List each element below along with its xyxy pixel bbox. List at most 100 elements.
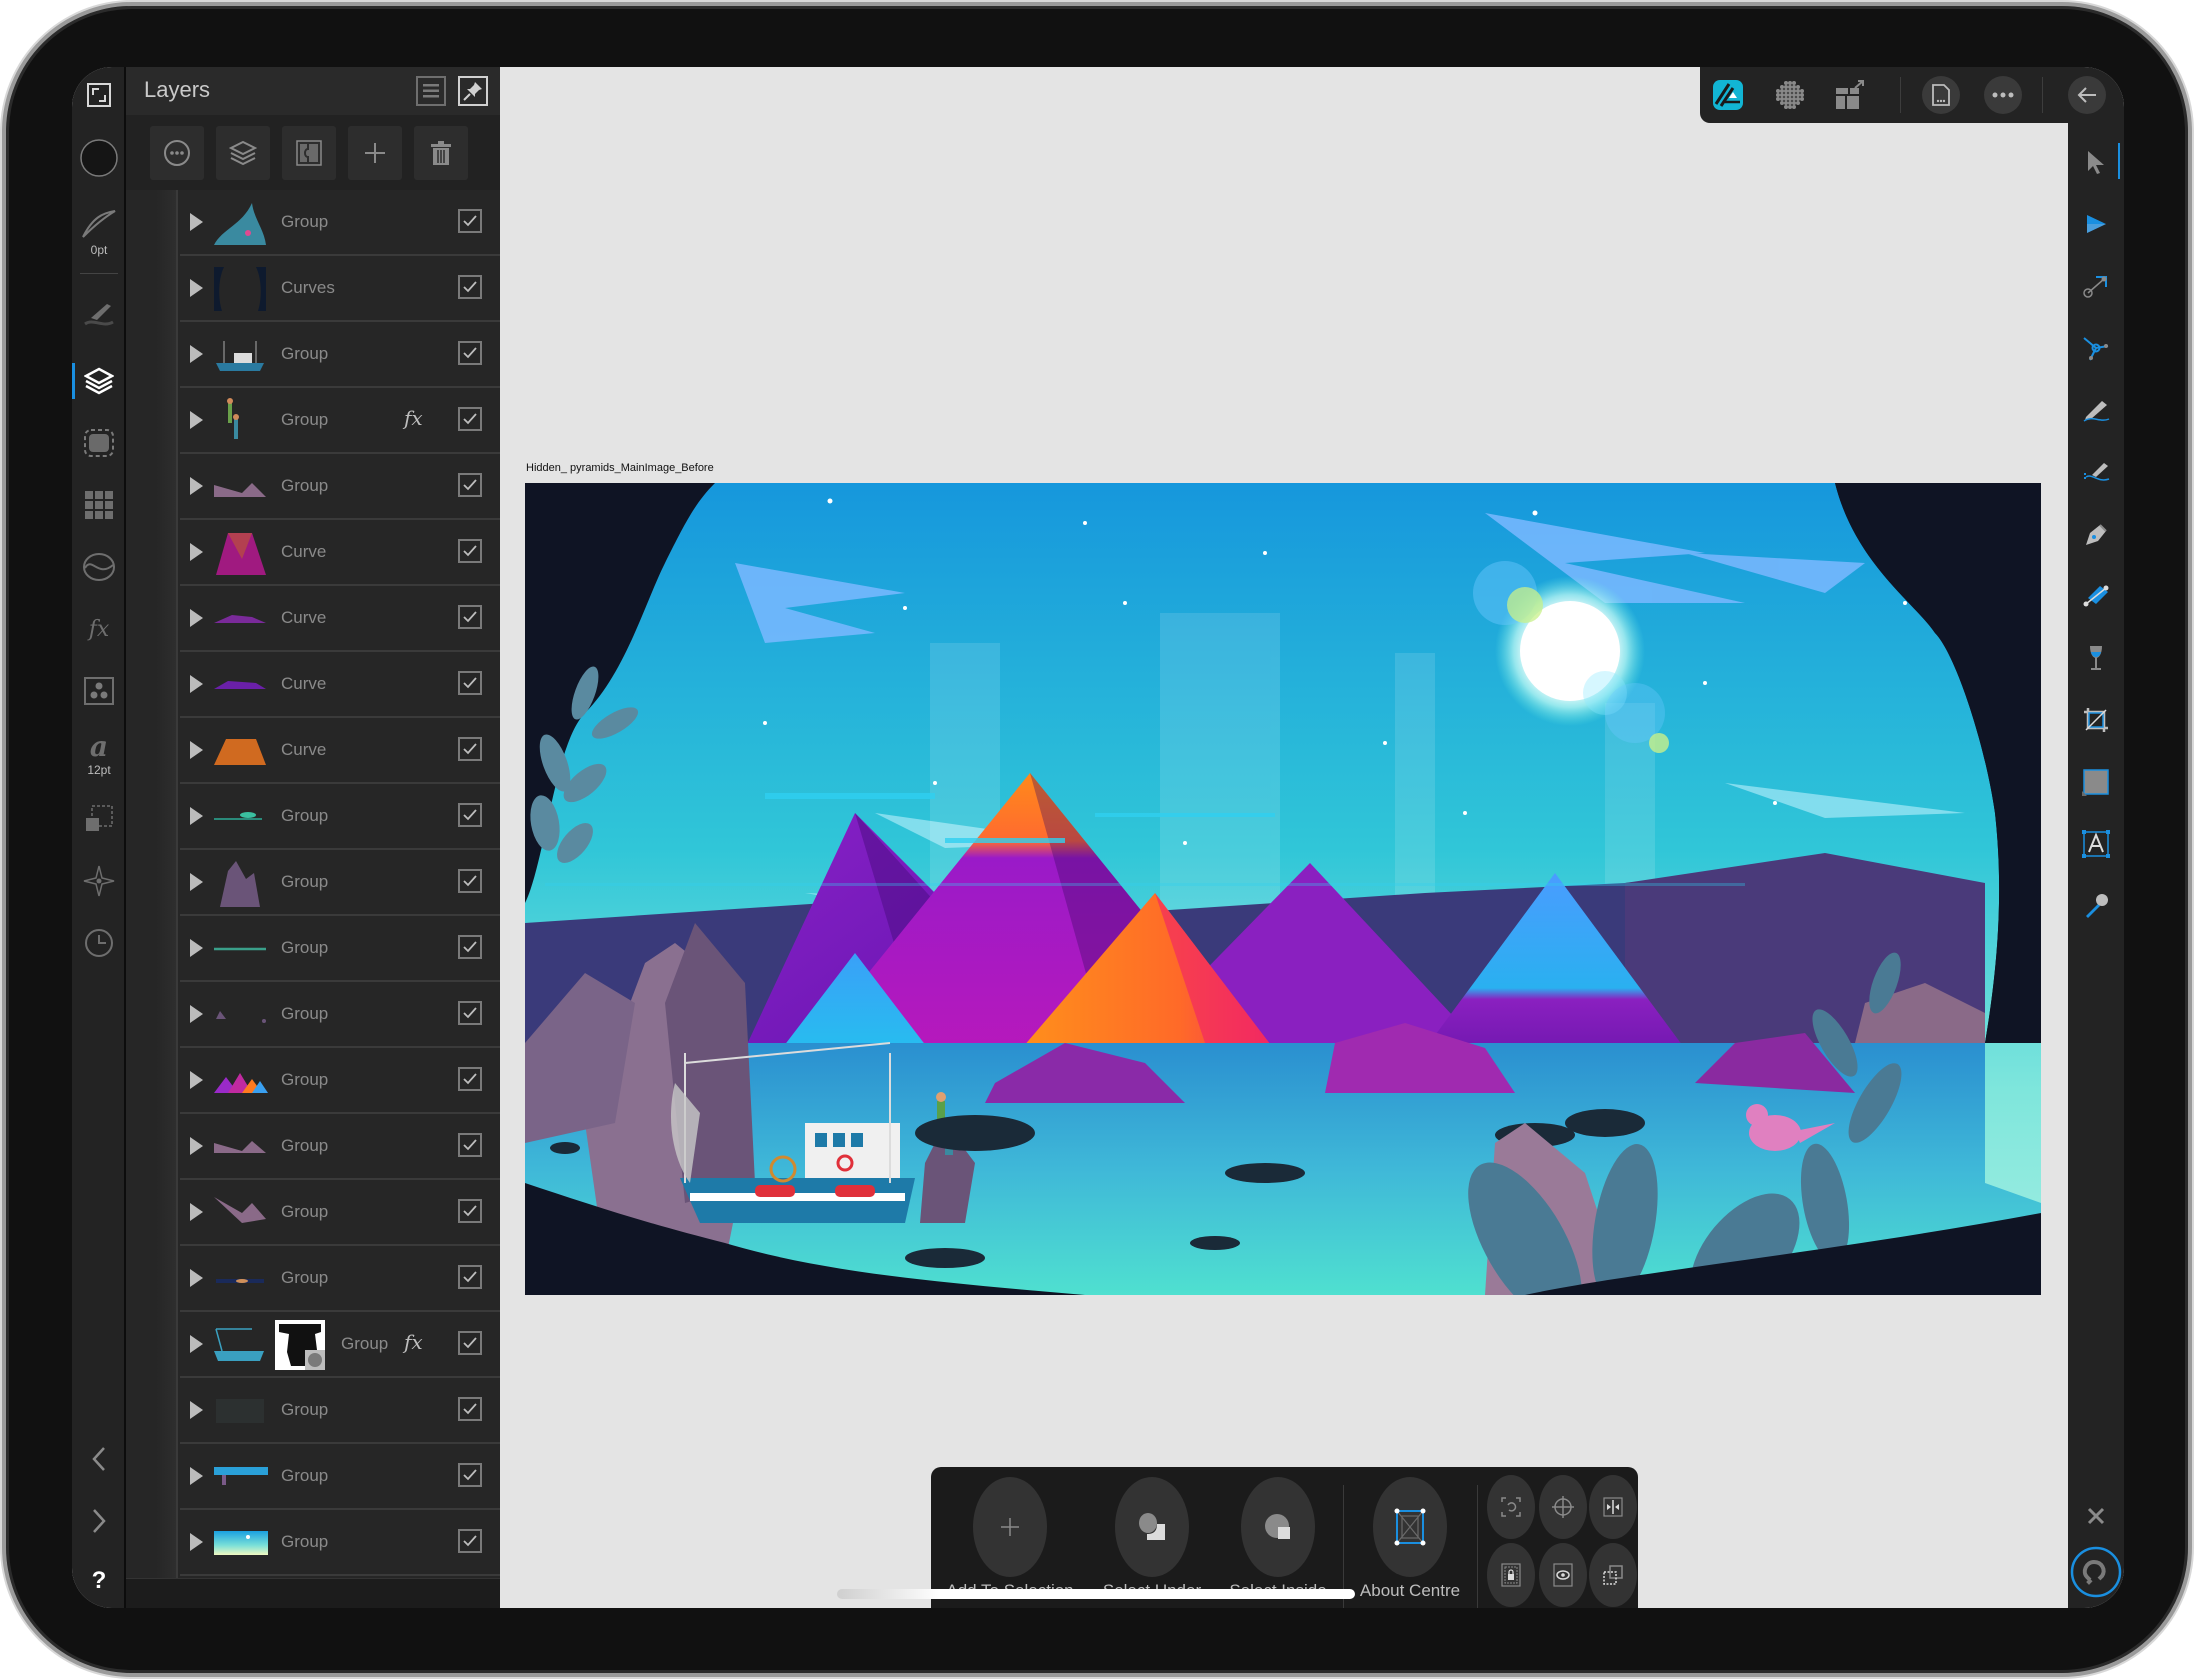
designer-persona-button[interactable] [1708,75,1748,115]
expand-arrow-icon[interactable] [190,1533,203,1551]
visibility-checkbox[interactable] [458,1397,482,1421]
expand-arrow-icon[interactable] [190,1269,203,1287]
visibility-checkbox[interactable] [458,1529,482,1553]
align-button[interactable] [1589,1475,1637,1539]
visibility-checkbox[interactable] [458,869,482,893]
layer-row[interactable]: Group [180,1114,500,1180]
expand-arrow-icon[interactable] [190,939,203,957]
styles-studio-button[interactable] [72,667,126,715]
fill-color-well[interactable] [72,133,126,183]
vector-brush-tool[interactable] [2068,447,2124,497]
swatches-studio-button[interactable] [72,481,126,529]
visibility-checkbox[interactable] [458,341,482,365]
layer-row[interactable]: Group [180,1048,500,1114]
expand-arrow-icon[interactable] [190,1401,203,1419]
node-tool[interactable] [2068,199,2124,249]
delete-object-button[interactable] [2068,1607,2124,1608]
fullscreen-button[interactable] [72,75,126,115]
expand-arrow-icon[interactable] [190,279,203,297]
visibility-checkbox[interactable] [458,209,482,233]
visibility-checkbox[interactable] [458,473,482,497]
visibility-checkbox[interactable] [458,1463,482,1487]
expand-arrow-icon[interactable] [190,675,203,693]
visibility-checkbox[interactable] [458,1199,482,1223]
visibility-checkbox[interactable] [458,1133,482,1157]
appearance-studio-button[interactable] [72,419,126,467]
layer-row[interactable]: Group [180,1180,500,1246]
layer-row[interactable]: Group [180,1444,500,1510]
visibility-checkbox[interactable] [458,671,482,695]
effects-studio-button[interactable]: fx [72,605,126,653]
visibility-checkbox[interactable] [458,1067,482,1091]
layer-row[interactable]: Group [180,784,500,850]
expand-arrow-icon[interactable] [190,873,203,891]
visibility-checkbox[interactable] [458,1265,482,1289]
expand-arrow-icon[interactable] [190,807,203,825]
layer-more-button[interactable] [150,126,204,180]
expand-arrow-icon[interactable] [190,477,203,495]
visibility-checkbox[interactable] [458,803,482,827]
artboard-artwork[interactable] [525,483,2041,1295]
help-button[interactable]: ? [72,1561,126,1601]
layer-row[interactable]: Group [180,1510,500,1576]
close-tool-button[interactable] [2068,1491,2124,1541]
duplicate-button[interactable] [1589,1543,1637,1607]
crop-tool[interactable] [2068,695,2124,745]
pencil-tool[interactable] [2068,385,2124,435]
document-menu-button[interactable] [1922,76,1960,114]
next-button[interactable] [72,1499,126,1543]
expand-arrow-icon[interactable] [190,213,203,231]
layer-row[interactable]: Group [180,850,500,916]
history-studio-button[interactable] [72,919,126,967]
layer-row[interactable]: Curve [180,652,500,718]
expand-arrow-icon[interactable] [190,609,203,627]
expand-arrow-icon[interactable] [190,1005,203,1023]
layer-row[interactable]: Group [180,322,500,388]
expand-arrow-icon[interactable] [190,741,203,759]
text-studio-button[interactable]: a 12pt [72,723,126,787]
expand-arrow-icon[interactable] [190,1203,203,1221]
rotate-centre-button[interactable] [1487,1475,1535,1539]
show-hidden-button[interactable] [1539,1543,1587,1607]
transform-studio-button[interactable] [72,795,126,843]
about-centre-button[interactable]: About Centre [1355,1477,1465,1601]
point-transform-tool[interactable] [2068,261,2124,311]
layers-studio-button[interactable] [72,357,126,405]
layer-row[interactable]: Group [180,916,500,982]
expand-arrow-icon[interactable] [190,345,203,363]
layer-row[interactable]: Group [180,982,500,1048]
add-to-selection-button[interactable]: Add To Selection [946,1477,1074,1601]
brushes-studio-button[interactable] [72,291,126,337]
visibility-checkbox[interactable] [458,539,482,563]
target-button[interactable] [1539,1475,1587,1539]
corner-tool[interactable] [2068,323,2124,373]
transparency-tool[interactable] [2068,633,2124,683]
visibility-checkbox[interactable] [458,407,482,431]
lock-children-button[interactable] [1487,1543,1535,1607]
visibility-checkbox[interactable] [458,1331,482,1355]
artistic-text-tool[interactable] [2068,819,2124,869]
visibility-checkbox[interactable] [458,935,482,959]
move-tool[interactable] [2068,137,2124,187]
visibility-checkbox[interactable] [458,737,482,761]
stroke-width-button[interactable]: 0pt [72,197,126,267]
navigator-studio-button[interactable] [72,857,126,905]
layer-options-button[interactable] [216,126,270,180]
visibility-checkbox[interactable] [458,605,482,629]
effects-icon[interactable]: fx [404,406,423,430]
delete-layer-button[interactable] [414,126,468,180]
snapping-button[interactable] [2068,1543,2124,1601]
layer-row[interactable]: Group fx [180,1312,500,1378]
layer-row[interactable]: Curves [180,256,500,322]
home-indicator[interactable] [837,1589,1355,1599]
more-menu-button[interactable] [1984,76,2022,114]
panel-menu-button[interactable] [416,76,446,106]
mask-thumbnail[interactable] [275,1320,325,1370]
add-layer-button[interactable] [348,126,402,180]
export-persona-button[interactable] [1830,75,1870,115]
layer-row[interactable]: Curve [180,586,500,652]
pin-panel-button[interactable] [458,76,488,106]
expand-arrow-icon[interactable] [190,1071,203,1089]
fill-tool[interactable] [2068,571,2124,621]
layer-row[interactable]: Group [180,1378,500,1444]
